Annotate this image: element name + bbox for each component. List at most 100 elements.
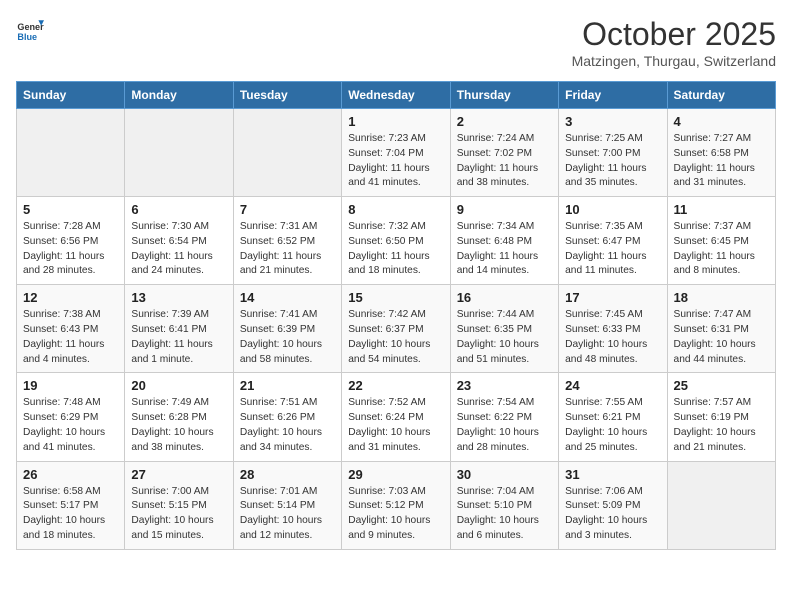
day-number: 30 (457, 467, 552, 482)
title-block: October 2025 Matzingen, Thurgau, Switzer… (572, 16, 776, 69)
day-cell: 19 Sunrise: 7:48 AMSunset: 6:29 PMDayligh… (17, 373, 125, 461)
day-cell: 29 Sunrise: 7:03 AMSunset: 5:12 PMDayligh… (342, 461, 450, 549)
day-info: Sunrise: 7:27 AMSunset: 6:58 PMDaylight:… (674, 132, 769, 191)
day-header-saturday: Saturday (667, 82, 775, 109)
calendar-table: SundayMondayTuesdayWednesdayThursdayFrid… (16, 81, 776, 550)
day-info: Sunrise: 7:34 AMSunset: 6:48 PMDaylight:… (457, 220, 552, 279)
day-info: Sunrise: 7:31 AMSunset: 6:52 PMDaylight:… (240, 220, 335, 279)
day-info: Sunrise: 7:38 AMSunset: 6:43 PMDaylight:… (23, 308, 118, 367)
day-info: Sunrise: 7:57 AMSunset: 6:19 PMDaylight:… (674, 396, 769, 455)
day-number: 5 (23, 202, 118, 217)
day-number: 27 (131, 467, 226, 482)
day-number: 12 (23, 290, 118, 305)
day-number: 9 (457, 202, 552, 217)
day-cell: 25 Sunrise: 7:57 AMSunset: 6:19 PMDayligh… (667, 373, 775, 461)
day-cell (667, 461, 775, 549)
day-info: Sunrise: 6:58 AMSunset: 5:17 PMDaylight:… (23, 485, 118, 544)
day-cell: 23Sunrise: 7:54 AMSunset: 6:22 PMDayligh… (450, 373, 558, 461)
day-cell: 22Sunrise: 7:52 AMSunset: 6:24 PMDayligh… (342, 373, 450, 461)
day-info: Sunrise: 7:32 AMSunset: 6:50 PMDaylight:… (348, 220, 443, 279)
week-row-4: 19 Sunrise: 7:48 AMSunset: 6:29 PMDayligh… (17, 373, 776, 461)
day-number: 2 (457, 114, 552, 129)
day-cell: 16 Sunrise: 7:44 AMSunset: 6:35 PMDayligh… (450, 285, 558, 373)
day-number: 13 (131, 290, 226, 305)
day-cell: 8 Sunrise: 7:32 AMSunset: 6:50 PMDaylight… (342, 197, 450, 285)
week-row-5: 26 Sunrise: 6:58 AMSunset: 5:17 PMDayligh… (17, 461, 776, 549)
day-info: Sunrise: 7:04 AMSunset: 5:10 PMDaylight:… (457, 485, 552, 544)
day-cell: 1Sunrise: 7:23 AMSunset: 7:04 PMDaylight… (342, 109, 450, 197)
day-cell: 13Sunrise: 7:39 AMSunset: 6:41 PMDayligh… (125, 285, 233, 373)
day-number: 8 (348, 202, 443, 217)
day-cell: 7 Sunrise: 7:31 AMSunset: 6:52 PMDaylight… (233, 197, 341, 285)
day-cell (233, 109, 341, 197)
day-number: 14 (240, 290, 335, 305)
day-number: 15 (348, 290, 443, 305)
logo-icon: General Blue (16, 16, 44, 44)
day-info: Sunrise: 7:24 AMSunset: 7:02 PMDaylight:… (457, 132, 552, 191)
day-info: Sunrise: 7:30 AMSunset: 6:54 PMDaylight:… (131, 220, 226, 279)
day-number: 10 (565, 202, 660, 217)
week-row-2: 5 Sunrise: 7:28 AMSunset: 6:56 PMDaylight… (17, 197, 776, 285)
day-number: 31 (565, 467, 660, 482)
day-number: 4 (674, 114, 769, 129)
day-cell: 15 Sunrise: 7:42 AMSunset: 6:37 PMDayligh… (342, 285, 450, 373)
day-cell: 18Sunrise: 7:47 AMSunset: 6:31 PMDayligh… (667, 285, 775, 373)
day-cell: 21Sunrise: 7:51 AMSunset: 6:26 PMDayligh… (233, 373, 341, 461)
day-number: 20 (131, 378, 226, 393)
day-info: Sunrise: 7:48 AMSunset: 6:29 PMDaylight:… (23, 396, 118, 455)
day-info: Sunrise: 7:03 AMSunset: 5:12 PMDaylight:… (348, 485, 443, 544)
day-number: 16 (457, 290, 552, 305)
day-cell (17, 109, 125, 197)
day-number: 18 (674, 290, 769, 305)
day-cell: 28Sunrise: 7:01 AMSunset: 5:14 PMDayligh… (233, 461, 341, 549)
day-cell: 9 Sunrise: 7:34 AMSunset: 6:48 PMDaylight… (450, 197, 558, 285)
week-row-3: 12 Sunrise: 7:38 AMSunset: 6:43 PMDayligh… (17, 285, 776, 373)
day-info: Sunrise: 7:55 AMSunset: 6:21 PMDaylight:… (565, 396, 660, 455)
day-number: 24 (565, 378, 660, 393)
day-cell: 14 Sunrise: 7:41 AMSunset: 6:39 PMDayligh… (233, 285, 341, 373)
day-info: Sunrise: 7:28 AMSunset: 6:56 PMDaylight:… (23, 220, 118, 279)
day-header-thursday: Thursday (450, 82, 558, 109)
week-row-1: 1Sunrise: 7:23 AMSunset: 7:04 PMDaylight… (17, 109, 776, 197)
month-title: October 2025 (572, 16, 776, 53)
day-number: 6 (131, 202, 226, 217)
day-info: Sunrise: 7:06 AMSunset: 5:09 PMDaylight:… (565, 485, 660, 544)
day-number: 25 (674, 378, 769, 393)
day-number: 26 (23, 467, 118, 482)
day-number: 17 (565, 290, 660, 305)
day-info: Sunrise: 7:51 AMSunset: 6:26 PMDaylight:… (240, 396, 335, 455)
svg-text:Blue: Blue (17, 32, 37, 42)
day-info: Sunrise: 7:52 AMSunset: 6:24 PMDaylight:… (348, 396, 443, 455)
day-cell: 6 Sunrise: 7:30 AMSunset: 6:54 PMDaylight… (125, 197, 233, 285)
day-number: 19 (23, 378, 118, 393)
day-cell: 2 Sunrise: 7:24 AMSunset: 7:02 PMDaylight… (450, 109, 558, 197)
day-info: Sunrise: 7:45 AMSunset: 6:33 PMDaylight:… (565, 308, 660, 367)
day-info: Sunrise: 7:00 AMSunset: 5:15 PMDaylight:… (131, 485, 226, 544)
day-number: 29 (348, 467, 443, 482)
day-number: 3 (565, 114, 660, 129)
day-info: Sunrise: 7:49 AMSunset: 6:28 PMDaylight:… (131, 396, 226, 455)
day-header-friday: Friday (559, 82, 667, 109)
day-number: 11 (674, 202, 769, 217)
day-header-tuesday: Tuesday (233, 82, 341, 109)
day-cell: 17 Sunrise: 7:45 AMSunset: 6:33 PMDayligh… (559, 285, 667, 373)
day-cell: 12 Sunrise: 7:38 AMSunset: 6:43 PMDayligh… (17, 285, 125, 373)
day-info: Sunrise: 7:37 AMSunset: 6:45 PMDaylight:… (674, 220, 769, 279)
day-cell: 3 Sunrise: 7:25 AMSunset: 7:00 PMDaylight… (559, 109, 667, 197)
day-header-monday: Monday (125, 82, 233, 109)
day-cell: 11 Sunrise: 7:37 AMSunset: 6:45 PMDayligh… (667, 197, 775, 285)
day-cell: 26 Sunrise: 6:58 AMSunset: 5:17 PMDayligh… (17, 461, 125, 549)
location: Matzingen, Thurgau, Switzerland (572, 53, 776, 69)
logo: General Blue (16, 16, 44, 44)
day-info: Sunrise: 7:41 AMSunset: 6:39 PMDaylight:… (240, 308, 335, 367)
svg-text:General: General (17, 22, 44, 32)
day-number: 7 (240, 202, 335, 217)
day-cell (125, 109, 233, 197)
day-cell: 30 Sunrise: 7:04 AMSunset: 5:10 PMDayligh… (450, 461, 558, 549)
days-header-row: SundayMondayTuesdayWednesdayThursdayFrid… (17, 82, 776, 109)
day-header-sunday: Sunday (17, 82, 125, 109)
day-info: Sunrise: 7:25 AMSunset: 7:00 PMDaylight:… (565, 132, 660, 191)
day-info: Sunrise: 7:44 AMSunset: 6:35 PMDaylight:… (457, 308, 552, 367)
day-info: Sunrise: 7:42 AMSunset: 6:37 PMDaylight:… (348, 308, 443, 367)
day-cell: 27 Sunrise: 7:00 AMSunset: 5:15 PMDayligh… (125, 461, 233, 549)
